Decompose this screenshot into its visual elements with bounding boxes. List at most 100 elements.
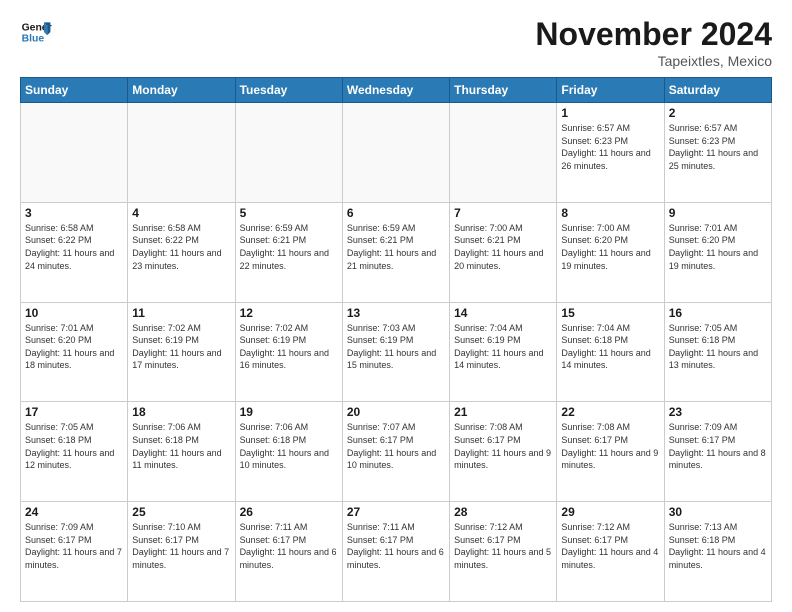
day-number: 21: [454, 405, 552, 419]
header-sunday: Sunday: [21, 78, 128, 103]
day-detail: Sunrise: 7:05 AM Sunset: 6:18 PM Dayligh…: [25, 421, 123, 471]
day-number: 17: [25, 405, 123, 419]
table-row: [450, 103, 557, 203]
table-row: 15 Sunrise: 7:04 AM Sunset: 6:18 PM Dayli…: [557, 302, 664, 402]
day-detail: Sunrise: 6:58 AM Sunset: 6:22 PM Dayligh…: [132, 222, 230, 272]
day-detail: Sunrise: 7:01 AM Sunset: 6:20 PM Dayligh…: [25, 322, 123, 372]
day-detail: Sunrise: 7:00 AM Sunset: 6:21 PM Dayligh…: [454, 222, 552, 272]
table-row: 2 Sunrise: 6:57 AM Sunset: 6:23 PM Daylig…: [664, 103, 771, 203]
day-detail: Sunrise: 7:11 AM Sunset: 6:17 PM Dayligh…: [347, 521, 445, 571]
header-saturday: Saturday: [664, 78, 771, 103]
day-number: 11: [132, 306, 230, 320]
header-monday: Monday: [128, 78, 235, 103]
day-number: 15: [561, 306, 659, 320]
day-number: 26: [240, 505, 338, 519]
table-row: [128, 103, 235, 203]
table-row: 10 Sunrise: 7:01 AM Sunset: 6:20 PM Dayli…: [21, 302, 128, 402]
month-title: November 2024: [535, 16, 772, 53]
day-detail: Sunrise: 6:59 AM Sunset: 6:21 PM Dayligh…: [347, 222, 445, 272]
table-row: 9Sunrise: 7:01 AM Sunset: 6:20 PM Daylig…: [664, 202, 771, 302]
day-detail: Sunrise: 7:04 AM Sunset: 6:19 PM Dayligh…: [454, 322, 552, 372]
day-number: 22: [561, 405, 659, 419]
day-detail: Sunrise: 7:02 AM Sunset: 6:19 PM Dayligh…: [132, 322, 230, 372]
header-friday: Friday: [557, 78, 664, 103]
day-detail: Sunrise: 6:57 AM Sunset: 6:23 PM Dayligh…: [561, 122, 659, 172]
table-row: 19 Sunrise: 7:06 AM Sunset: 6:18 PM Dayli…: [235, 402, 342, 502]
table-row: [21, 103, 128, 203]
table-row: 22 Sunrise: 7:08 AM Sunset: 6:17 PM Dayli…: [557, 402, 664, 502]
day-detail: Sunrise: 7:07 AM Sunset: 6:17 PM Dayligh…: [347, 421, 445, 471]
day-number: 4: [132, 206, 230, 220]
day-detail: Sunrise: 7:13 AM Sunset: 6:18 PM Dayligh…: [669, 521, 767, 571]
header: General Blue General Blue November 2024 …: [20, 16, 772, 69]
svg-text:Blue: Blue: [22, 34, 45, 45]
table-row: 12 Sunrise: 7:02 AM Sunset: 6:19 PM Dayli…: [235, 302, 342, 402]
day-number: 9: [669, 206, 767, 220]
week-row-1: 1Sunrise: 6:57 AM Sunset: 6:23 PM Daylig…: [21, 103, 772, 203]
table-row: 14Sunrise: 7:04 AM Sunset: 6:19 PM Dayli…: [450, 302, 557, 402]
header-thursday: Thursday: [450, 78, 557, 103]
day-number: 30: [669, 505, 767, 519]
day-detail: Sunrise: 7:04 AM Sunset: 6:18 PM Dayligh…: [561, 322, 659, 372]
day-number: 2: [669, 106, 767, 120]
table-row: 16Sunrise: 7:05 AM Sunset: 6:18 PM Dayli…: [664, 302, 771, 402]
day-detail: Sunrise: 7:05 AM Sunset: 6:18 PM Dayligh…: [669, 322, 767, 372]
day-number: 12: [240, 306, 338, 320]
table-row: 26 Sunrise: 7:11 AM Sunset: 6:17 PM Dayli…: [235, 502, 342, 602]
table-row: 1Sunrise: 6:57 AM Sunset: 6:23 PM Daylig…: [557, 103, 664, 203]
day-number: 3: [25, 206, 123, 220]
day-detail: Sunrise: 7:12 AM Sunset: 6:17 PM Dayligh…: [454, 521, 552, 571]
day-detail: Sunrise: 7:06 AM Sunset: 6:18 PM Dayligh…: [240, 421, 338, 471]
day-number: 23: [669, 405, 767, 419]
day-detail: Sunrise: 7:10 AM Sunset: 6:17 PM Dayligh…: [132, 521, 230, 571]
table-row: 7Sunrise: 7:00 AM Sunset: 6:21 PM Daylig…: [450, 202, 557, 302]
day-detail: Sunrise: 7:08 AM Sunset: 6:17 PM Dayligh…: [561, 421, 659, 471]
table-row: 23 Sunrise: 7:09 AM Sunset: 6:17 PM Dayli…: [664, 402, 771, 502]
day-number: 8: [561, 206, 659, 220]
table-row: 29 Sunrise: 7:12 AM Sunset: 6:17 PM Dayli…: [557, 502, 664, 602]
week-row-3: 10 Sunrise: 7:01 AM Sunset: 6:20 PM Dayli…: [21, 302, 772, 402]
day-detail: Sunrise: 7:09 AM Sunset: 6:17 PM Dayligh…: [25, 521, 123, 571]
day-detail: Sunrise: 7:12 AM Sunset: 6:17 PM Dayligh…: [561, 521, 659, 571]
table-row: 13 Sunrise: 7:03 AM Sunset: 6:19 PM Dayli…: [342, 302, 449, 402]
table-row: 20Sunrise: 7:07 AM Sunset: 6:17 PM Dayli…: [342, 402, 449, 502]
table-row: 4 Sunrise: 6:58 AM Sunset: 6:22 PM Daylig…: [128, 202, 235, 302]
page: General Blue General Blue November 2024 …: [0, 0, 792, 612]
logo: General Blue General Blue: [20, 16, 52, 48]
day-number: 10: [25, 306, 123, 320]
table-row: 8 Sunrise: 7:00 AM Sunset: 6:20 PM Daylig…: [557, 202, 664, 302]
calendar-table: Sunday Monday Tuesday Wednesday Thursday…: [20, 77, 772, 602]
title-block: November 2024 Tapeixtles, Mexico: [535, 16, 772, 69]
table-row: 6Sunrise: 6:59 AM Sunset: 6:21 PM Daylig…: [342, 202, 449, 302]
table-row: 5Sunrise: 6:59 AM Sunset: 6:21 PM Daylig…: [235, 202, 342, 302]
location: Tapeixtles, Mexico: [535, 53, 772, 69]
table-row: 18 Sunrise: 7:06 AM Sunset: 6:18 PM Dayli…: [128, 402, 235, 502]
day-number: 18: [132, 405, 230, 419]
logo-icon: General Blue: [20, 16, 52, 48]
day-number: 25: [132, 505, 230, 519]
day-detail: Sunrise: 7:00 AM Sunset: 6:20 PM Dayligh…: [561, 222, 659, 272]
table-row: 28Sunrise: 7:12 AM Sunset: 6:17 PM Dayli…: [450, 502, 557, 602]
day-detail: Sunrise: 7:11 AM Sunset: 6:17 PM Dayligh…: [240, 521, 338, 571]
day-detail: Sunrise: 7:02 AM Sunset: 6:19 PM Dayligh…: [240, 322, 338, 372]
day-number: 19: [240, 405, 338, 419]
day-number: 5: [240, 206, 338, 220]
day-detail: Sunrise: 7:08 AM Sunset: 6:17 PM Dayligh…: [454, 421, 552, 471]
day-number: 29: [561, 505, 659, 519]
table-row: 25 Sunrise: 7:10 AM Sunset: 6:17 PM Dayli…: [128, 502, 235, 602]
table-row: 27Sunrise: 7:11 AM Sunset: 6:17 PM Dayli…: [342, 502, 449, 602]
header-tuesday: Tuesday: [235, 78, 342, 103]
day-detail: Sunrise: 7:06 AM Sunset: 6:18 PM Dayligh…: [132, 421, 230, 471]
day-number: 13: [347, 306, 445, 320]
day-detail: Sunrise: 7:03 AM Sunset: 6:19 PM Dayligh…: [347, 322, 445, 372]
table-row: [342, 103, 449, 203]
day-number: 24: [25, 505, 123, 519]
day-detail: Sunrise: 7:09 AM Sunset: 6:17 PM Dayligh…: [669, 421, 767, 471]
calendar-header-row: Sunday Monday Tuesday Wednesday Thursday…: [21, 78, 772, 103]
table-row: 3Sunrise: 6:58 AM Sunset: 6:22 PM Daylig…: [21, 202, 128, 302]
day-detail: Sunrise: 6:57 AM Sunset: 6:23 PM Dayligh…: [669, 122, 767, 172]
table-row: 17 Sunrise: 7:05 AM Sunset: 6:18 PM Dayli…: [21, 402, 128, 502]
table-row: [235, 103, 342, 203]
week-row-2: 3 Sunrise: 6:58 AM Sunset: 6:22 PM Daylig…: [21, 202, 772, 302]
table-row: 24 Sunrise: 7:09 AM Sunset: 6:17 PM Dayli…: [21, 502, 128, 602]
